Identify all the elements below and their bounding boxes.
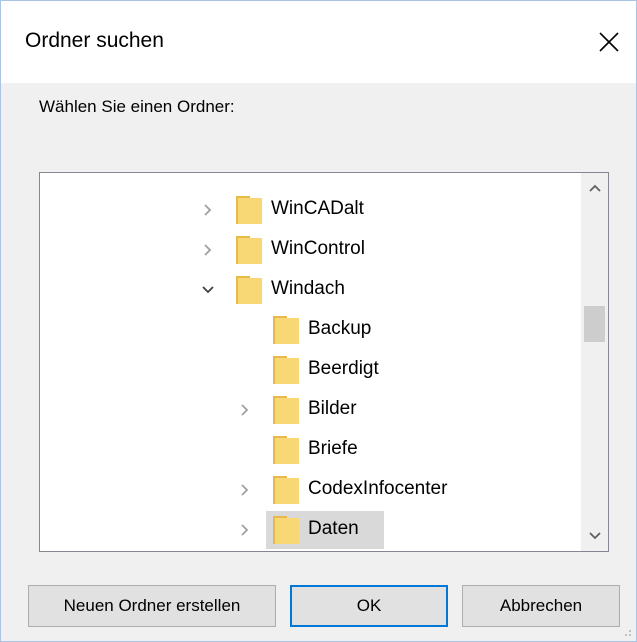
vertical-scrollbar[interactable] [581,173,608,551]
chevron-right-icon [204,244,212,256]
chevron-up-icon [588,184,601,192]
expand-toggle[interactable] [235,400,255,420]
folder-icon [273,396,299,424]
folder-icon [236,276,262,304]
expand-toggle[interactable] [198,240,218,260]
folder-icon [236,196,262,224]
title-bar: Ordner suchen [1,1,636,83]
expand-toggle[interactable] [198,200,218,220]
resize-grip-icon[interactable] [620,625,632,637]
tree-item-label: Bilder [308,398,357,419]
chevron-right-icon [241,404,249,416]
tree-item[interactable]: CodexInfocenter [40,471,580,509]
chevron-right-icon [204,204,212,216]
close-icon [599,32,619,52]
folder-icon [273,436,299,464]
tree-item[interactable]: Bilder [40,391,580,429]
new-folder-button[interactable]: Neuen Ordner erstellen [28,585,276,627]
folder-icon [273,516,299,544]
close-button[interactable] [586,19,632,65]
chevron-right-icon [241,524,249,536]
scroll-down-button[interactable] [581,521,608,551]
tree-item[interactable]: Daten [40,511,580,549]
tree-item-label: Windach [271,278,345,299]
chevron-right-icon [241,484,249,496]
tree-item-label: Beerdigt [308,358,379,379]
dialog-title: Ordner suchen [25,29,164,52]
folder-icon [273,316,299,344]
ok-button[interactable]: OK [290,585,448,627]
tree-item-label: CodexInfocenter [308,478,448,499]
expand-toggle[interactable] [235,480,255,500]
tree-item[interactable]: Backup [40,311,580,349]
tree-item-label: Backup [308,318,372,339]
chevron-down-icon [202,286,214,294]
chevron-down-icon [588,532,601,540]
scroll-up-button[interactable] [581,173,608,203]
folder-icon [273,476,299,504]
expand-toggle[interactable] [235,520,255,540]
collapse-toggle[interactable] [198,280,218,300]
prompt-label: Wählen Sie einen Ordner: [39,97,235,116]
tree-item[interactable]: WinControl [40,231,580,269]
tree-item[interactable]: Beerdigt [40,351,580,389]
folder-tree[interactable]: Daten CodexInfocenter Briefe Bilder Beerdigt… [39,172,609,552]
folder-icon [273,356,299,384]
scroll-thumb[interactable] [584,306,605,342]
tree-item-label: Briefe [308,438,358,459]
tree-item[interactable]: WinCADalt [40,191,580,229]
folder-browser-dialog: Ordner suchen Wählen Sie einen Ordner: D… [0,0,637,642]
tree-item[interactable]: Windach [40,271,580,309]
folder-icon [236,236,262,264]
tree-item-label: WinCADalt [271,198,364,219]
tree-item-label: Daten [308,518,359,539]
tree-item-label: WinControl [271,238,365,259]
tree-item[interactable]: Briefe [40,431,580,469]
cancel-button[interactable]: Abbrechen [462,585,620,627]
